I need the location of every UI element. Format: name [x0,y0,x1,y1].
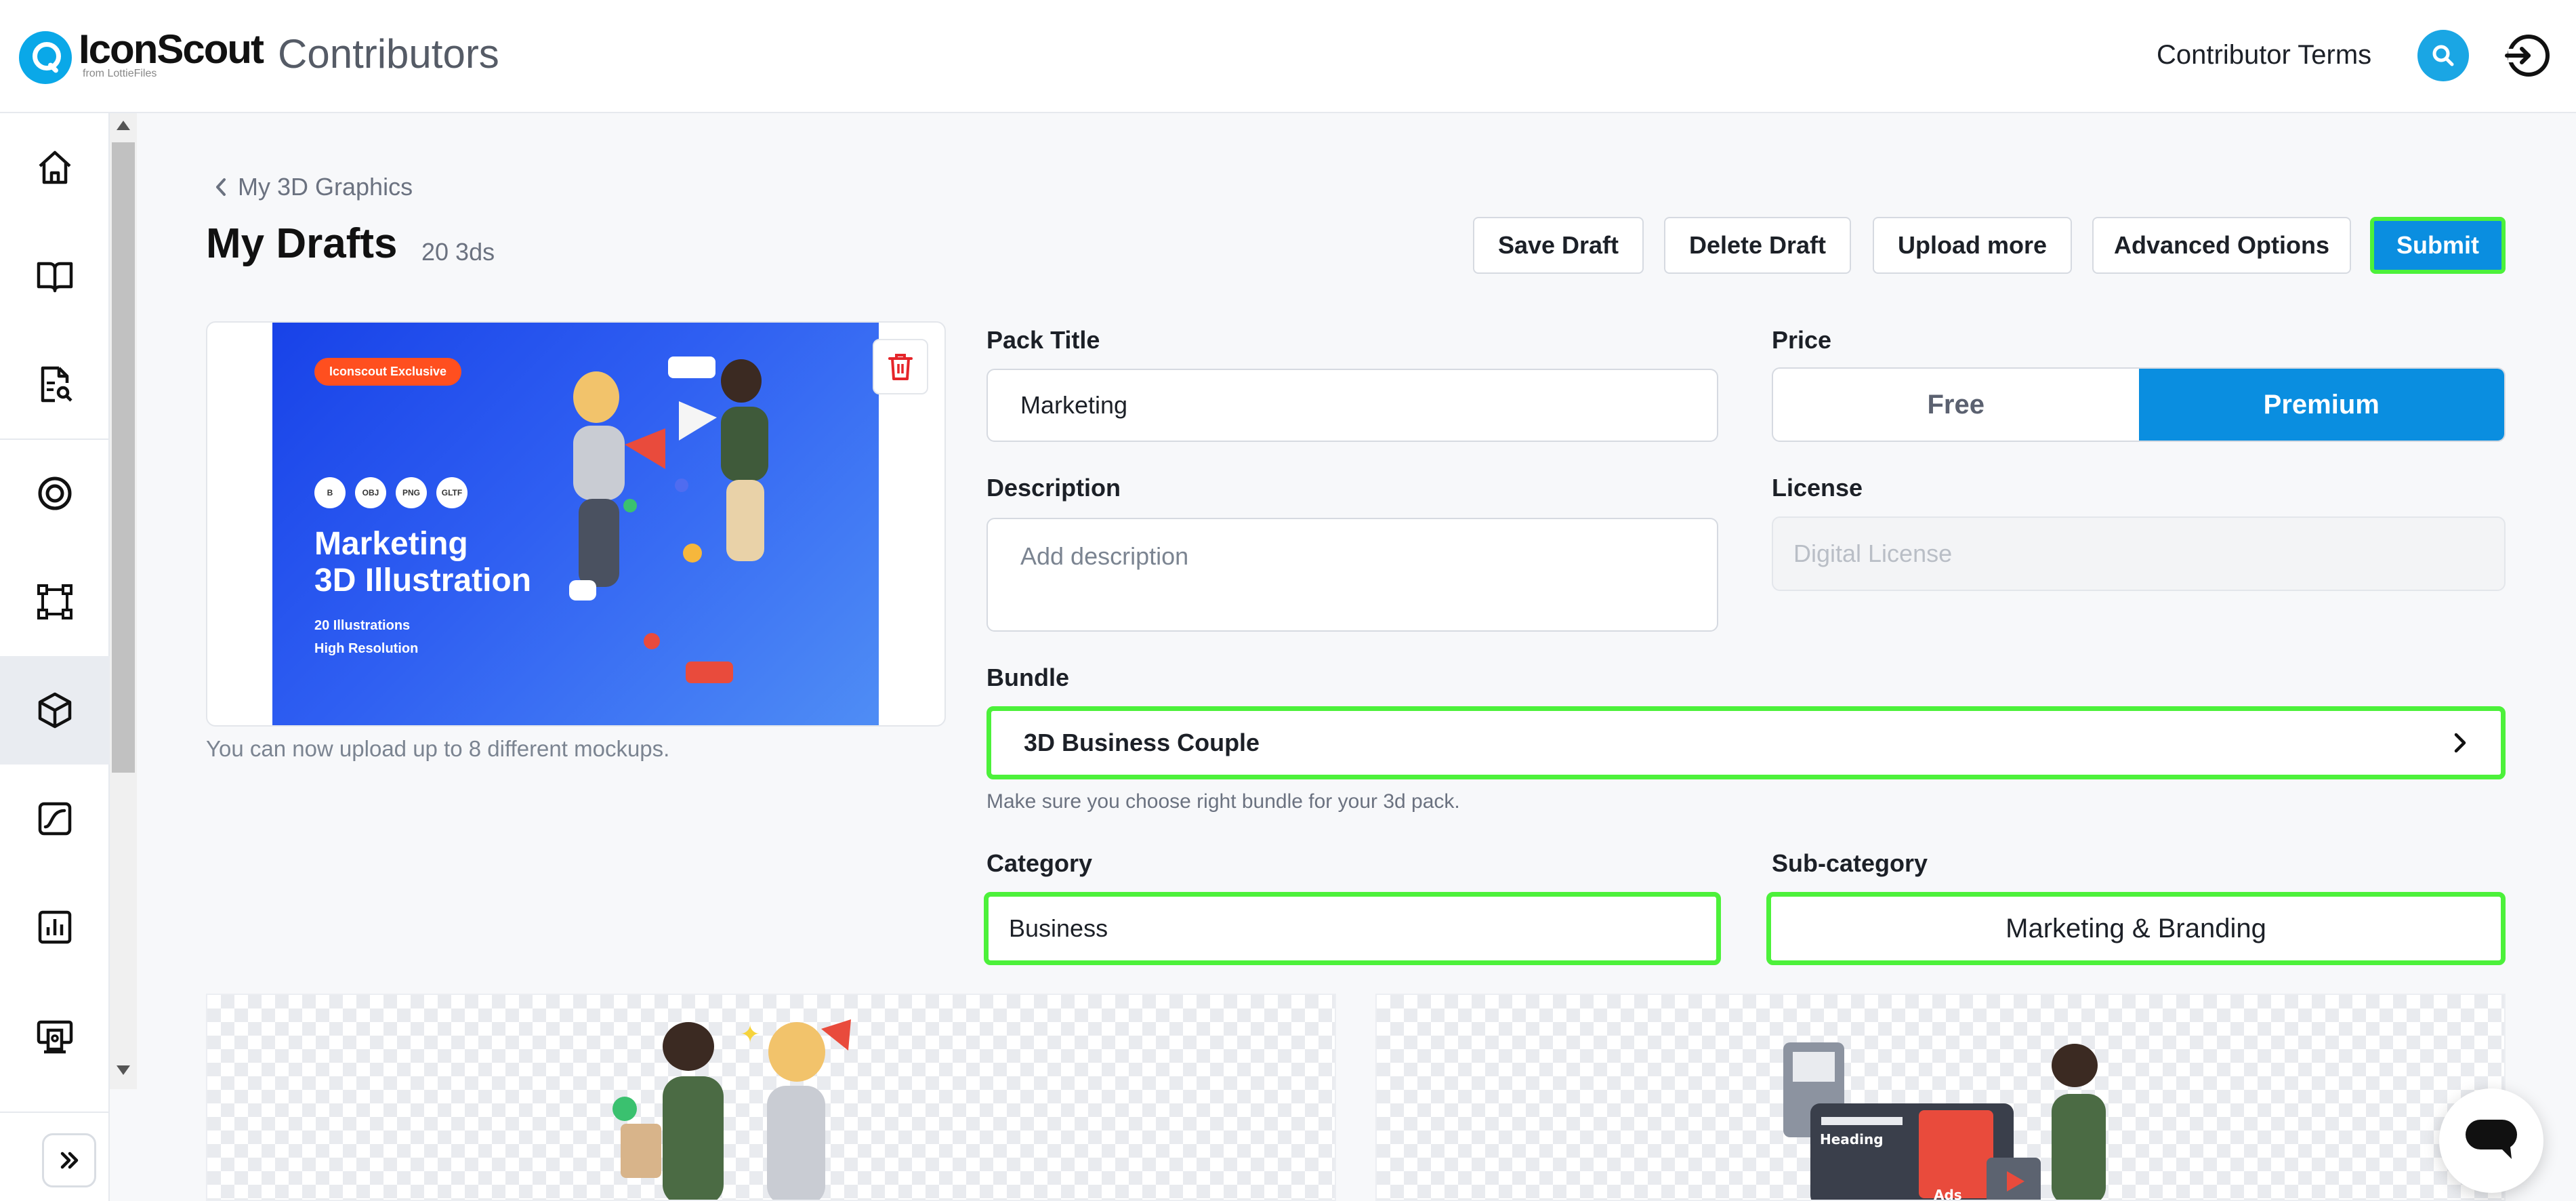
license-field: Digital License [1772,516,2506,591]
svg-text:✦: ✦ [740,1021,760,1049]
format-badge: PNG [396,477,427,508]
breadcrumb-label: My 3D Graphics [238,173,413,201]
sidebar-item-icons[interactable] [0,439,110,548]
sidebar-item-review[interactable] [0,330,110,439]
logo-name: IconScout [79,26,264,72]
format-badge: GLTF [436,477,468,508]
advanced-options-button[interactable]: Advanced Options [2092,217,2351,274]
mockup-ads-text: Ads [1934,1187,1962,1201]
characters-illustration [569,357,768,683]
sidebar-divider [0,1112,110,1113]
cover-detail-line: High Resolution [314,641,419,656]
submit-button[interactable]: Submit [2370,217,2506,274]
mockup-upload-hint: You can now upload up to 8 different moc… [206,736,670,761]
sidebar-item-illustrations[interactable] [0,548,110,656]
sidebar-item-animations[interactable] [0,765,110,873]
double-chevron-right-icon [60,1152,79,1169]
store-icon [37,1020,73,1054]
iconscout-logo[interactable]: IconScout from LottieFiles [19,26,264,84]
cover-details: 20 Illustrations High Resolution [314,614,418,660]
price-toggle[interactable]: Free Premium [1772,367,2506,442]
price-option-premium[interactable]: Premium [2138,369,2504,441]
pack-cover-image[interactable]: Iconscout Exclusive B OBJ PNG GLTF Marke… [272,323,879,725]
chevron-left-icon [216,178,226,196]
chart-icon [38,910,72,944]
sidebar-item-store[interactable] [0,981,110,1090]
chat-icon [2466,1120,2517,1159]
delete-draft-button[interactable]: Delete Draft [1664,217,1851,274]
format-badge: OBJ [355,477,386,508]
handshake-illustration: ✦ [612,1019,851,1200]
book-icon [37,262,73,293]
mockup-thumbnail[interactable]: Heading Ads [1375,994,2506,1201]
bundle-label: Bundle [986,664,1069,691]
cover-heading: Marketing 3D Illustration [314,526,531,599]
subcategory-label: Sub-category [1772,849,1928,877]
cover-detail-line: 20 Illustrations [314,618,411,633]
price-label: Price [1772,326,1832,354]
save-draft-button[interactable]: Save Draft [1473,217,1644,274]
scroll-up-icon[interactable] [117,121,130,130]
cover-heading-line: Marketing [314,526,468,562]
bundle-value: 3D Business Couple [1024,729,1260,756]
mockup-heading-text: Heading [1820,1131,1884,1147]
bundle-select[interactable]: 3D Business Couple [986,706,2506,779]
format-badge: B [314,477,346,508]
sidebar-item-library[interactable] [0,222,110,330]
home-icon [39,150,71,184]
subcategory-select[interactable]: Marketing & Branding [1766,892,2506,965]
category-label: Category [986,849,1093,877]
item-count: 20 3ds [421,238,495,266]
description-textarea[interactable]: Add description [986,518,1718,632]
license-label: License [1772,474,1863,502]
cover-heading-line: 3D Illustration [314,563,532,598]
lottie-icon [38,802,72,836]
pack-title-input[interactable]: Marketing [986,369,1718,442]
description-label: Description [986,474,1121,502]
target-icon [38,476,72,510]
logo-search-icon [19,31,72,84]
expand-sidebar-button[interactable] [42,1133,96,1187]
upload-more-button[interactable]: Upload more [1873,217,2072,274]
exclusive-badge: Iconscout Exclusive [314,358,462,386]
chat-support-button[interactable] [2439,1088,2543,1193]
trash-icon [888,354,913,380]
bundle-hint: Make sure you choose right bundle for yo… [986,790,1460,813]
ads-illustration: Heading Ads [1783,1042,2106,1201]
sign-in-icon[interactable] [2500,28,2554,83]
vector-icon [37,584,72,619]
price-option-free[interactable]: Free [1773,369,2139,441]
top-header: IconScout from LottieFiles Contributors … [0,0,2576,113]
breadcrumb[interactable]: My 3D Graphics [213,172,413,202]
format-badges: B OBJ PNG GLTF [314,477,468,508]
cube-icon [38,692,72,729]
document-search-icon [41,366,72,403]
chevron-right-icon [2454,733,2466,753]
page-title: My Drafts [206,220,398,267]
sidebar-item-3d[interactable] [0,656,110,765]
search-icon [2432,45,2454,66]
delete-mockup-button[interactable] [873,339,928,394]
sidebar-item-analytics[interactable] [0,873,110,981]
pack-title-label: Pack Title [986,326,1100,354]
contributor-terms-link[interactable]: Contributor Terms [2157,38,2371,72]
category-select[interactable]: Business [984,892,1721,965]
scroll-down-icon[interactable] [117,1065,130,1075]
header-title: Contributors [278,31,499,77]
sidebar-scroll-thumb[interactable] [112,142,135,773]
mockup-thumbnail[interactable]: ✦ [206,994,1336,1201]
search-button[interactable] [2417,30,2469,81]
sidebar-item-home[interactable] [0,113,110,222]
